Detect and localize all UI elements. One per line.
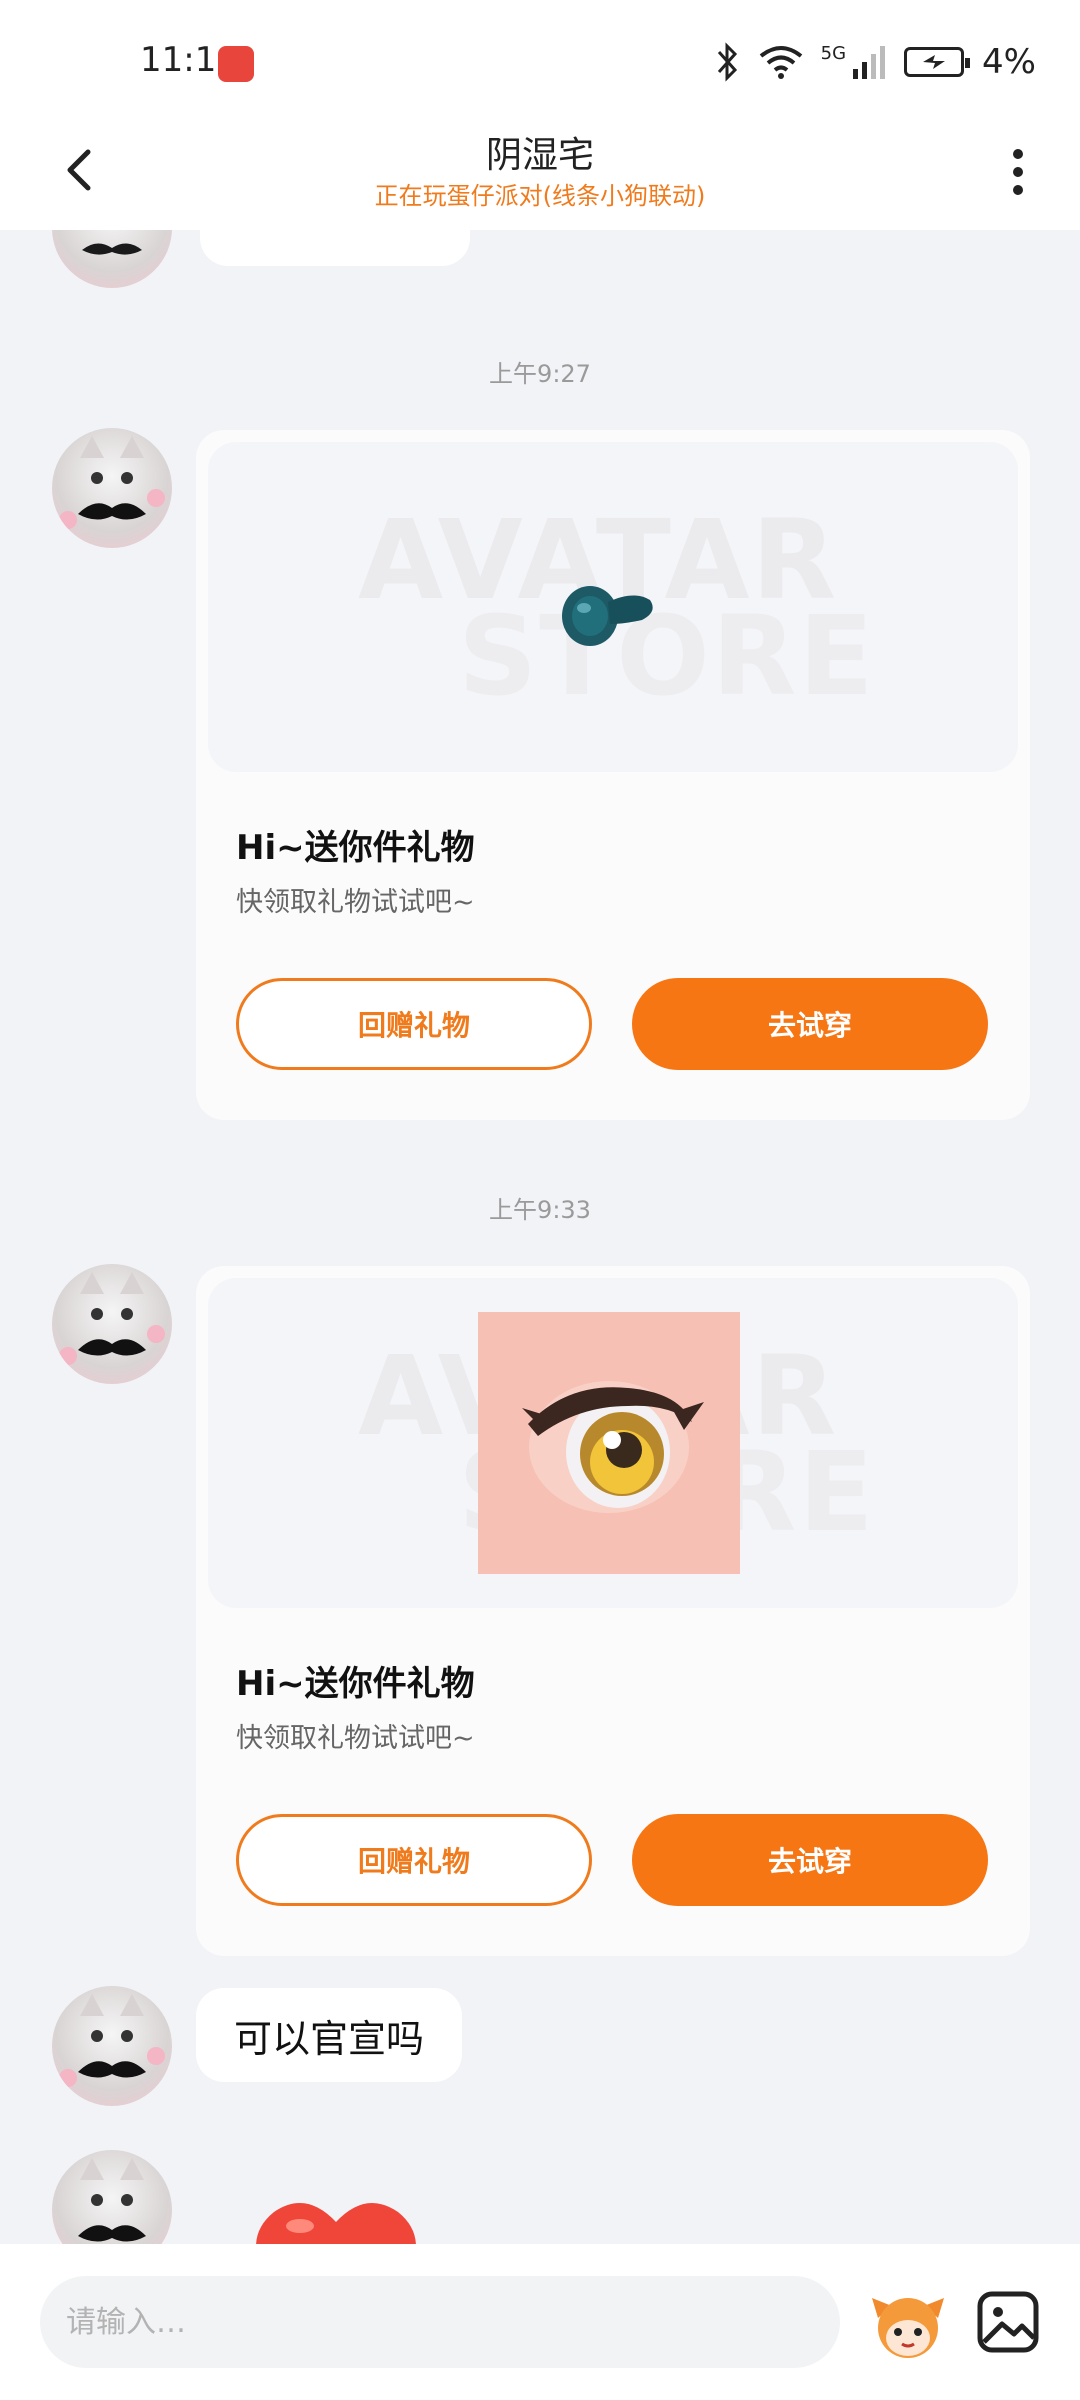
contact-avatar[interactable] bbox=[52, 1264, 172, 1384]
text-message-bubble[interactable]: 可以官宣吗 bbox=[196, 1988, 463, 2082]
return-gift-button[interactable]: 回赠礼物 bbox=[236, 1814, 592, 1906]
gift-title: Hi~送你件礼物 bbox=[236, 828, 475, 868]
more-options-button[interactable] bbox=[998, 142, 1038, 202]
send-image-button[interactable] bbox=[972, 2286, 1044, 2358]
message-input[interactable] bbox=[40, 2276, 840, 2368]
contact-avatar[interactable] bbox=[52, 428, 172, 548]
contact-status: 正在玩蛋仔派对(线条小狗联动) bbox=[374, 182, 706, 210]
message-timestamp: 上午9:33 bbox=[489, 1196, 591, 1224]
status-bar: 11:16 5G 4% bbox=[0, 0, 1080, 120]
try-on-button[interactable]: 去试穿 bbox=[632, 1814, 988, 1906]
message-input-bar bbox=[0, 2244, 1080, 2400]
gift-preview[interactable]: AVATAR STORE bbox=[208, 1278, 1018, 1608]
gift-description: 快领取礼物试试吧~ bbox=[236, 1723, 475, 1754]
return-gift-button[interactable]: 回赠礼物 bbox=[236, 978, 592, 1070]
status-icons: 5G 4% bbox=[715, 42, 1036, 82]
gift-preview[interactable]: AVATAR STORE bbox=[208, 442, 1018, 772]
image-icon bbox=[977, 2291, 1039, 2353]
heart-sticker[interactable] bbox=[244, 2196, 428, 2244]
app-notification-icon bbox=[218, 46, 254, 82]
gift-description: 快领取礼物试试吧~ bbox=[236, 887, 475, 918]
chat-header: 阴湿宅 正在玩蛋仔派对(线条小狗联动) bbox=[0, 120, 1080, 230]
try-on-button[interactable]: 去试穿 bbox=[632, 978, 988, 1070]
message-bubble bbox=[200, 230, 470, 266]
contact-avatar[interactable] bbox=[52, 2150, 172, 2244]
chat-history[interactable]: 上午9:27 AVATAR STORE Hi~送你件礼物 快领取礼物试试吧~ 回… bbox=[0, 230, 1080, 2244]
battery-icon bbox=[904, 47, 971, 77]
more-vertical-icon bbox=[1013, 149, 1023, 195]
gift-card: AVATAR STORE Hi~送你件礼物 快领取礼物试试吧~ 回赠礼物 去试穿 bbox=[196, 1266, 1030, 1956]
contact-avatar[interactable] bbox=[52, 1986, 172, 2106]
signal-icon bbox=[853, 46, 886, 79]
network-type: 5G bbox=[820, 42, 847, 64]
battery-level: 4% bbox=[982, 42, 1036, 82]
emoji-sticker-button[interactable] bbox=[868, 2284, 948, 2364]
wifi-icon bbox=[759, 46, 802, 79]
bluetooth-icon bbox=[717, 42, 737, 82]
anime-eye-item-icon bbox=[478, 1312, 740, 1574]
message-timestamp: 上午9:27 bbox=[489, 360, 591, 388]
contact-avatar[interactable] bbox=[52, 230, 172, 288]
gift-title: Hi~送你件礼物 bbox=[236, 1664, 475, 1704]
gift-card: AVATAR STORE Hi~送你件礼物 快领取礼物试试吧~ 回赠礼物 去试穿 bbox=[196, 430, 1030, 1120]
contact-name: 阴湿宅 bbox=[485, 135, 594, 176]
mascot-emoji-icon bbox=[872, 2298, 944, 2358]
pacifier-item-icon bbox=[562, 586, 653, 646]
